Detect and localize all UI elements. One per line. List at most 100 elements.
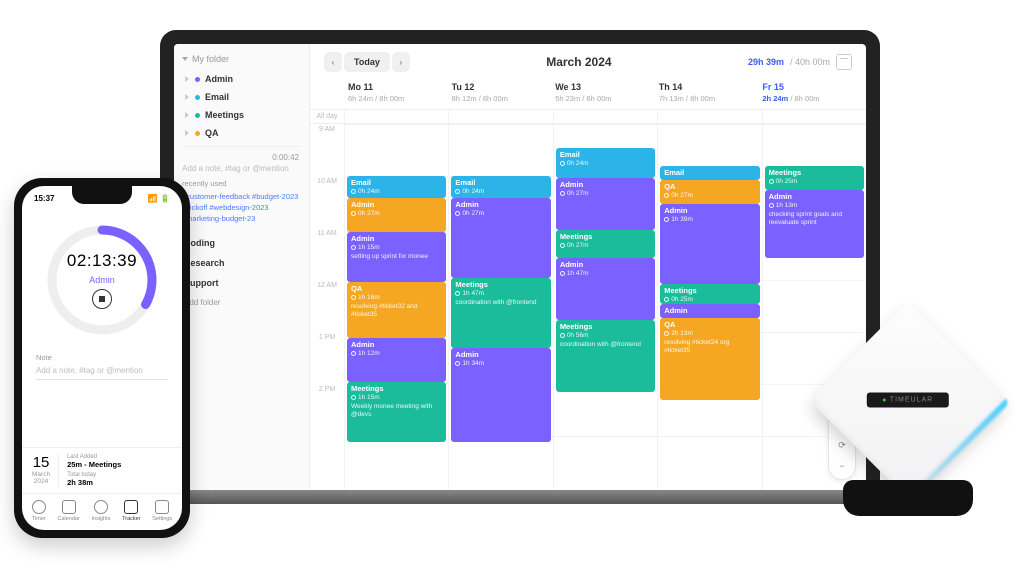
sidebar-item-label: QA	[205, 128, 219, 138]
tracker-device: TIMEULAR	[808, 316, 1008, 516]
day-column[interactable]: Email 0h 24m Admin 0h 27m Admin 1h 15m s…	[344, 124, 448, 490]
event-title: Admin	[351, 235, 442, 244]
clock-icon	[351, 295, 356, 300]
hour-label: 2 PM	[310, 384, 344, 436]
clock-icon	[351, 211, 356, 216]
hour-label: 1 PM	[310, 332, 344, 384]
sidebar-item[interactable]: Meetings	[182, 106, 301, 124]
add-folder-button[interactable]: Add folder	[182, 293, 301, 312]
calendar-event[interactable]: Email	[660, 166, 759, 180]
month-label: March 2024	[546, 55, 611, 69]
clock-icon	[455, 291, 460, 296]
note-section: Note Add a note, #tag or @mention	[22, 345, 182, 447]
event-note: checking sprint goals and reevaluate spr…	[769, 211, 860, 226]
tab-insights[interactable]: Insights	[92, 500, 111, 522]
sidebar-item[interactable]: Email	[182, 88, 301, 106]
calendar-event[interactable]: Admin 1h 12m	[347, 338, 446, 382]
tab-settings[interactable]: Settings	[152, 500, 172, 522]
sidebar-item[interactable]: QA	[182, 124, 301, 142]
note-input[interactable]: Add a note, #tag or @mention	[36, 366, 168, 380]
calendar-event[interactable]: Email 0h 24m	[556, 148, 655, 178]
clock-icon	[455, 361, 460, 366]
day-header[interactable]: Th 14 7h 13m / 8h 00m	[655, 80, 759, 105]
phone-mockup: 15:37 📶 🔋 02:13:39 Admin Note Add a note…	[14, 178, 190, 538]
next-button[interactable]: ›	[392, 52, 410, 72]
calendar-icon[interactable]	[836, 54, 852, 70]
event-note: Weekly monee meeting with @devs	[351, 403, 442, 418]
recent-tag[interactable]: #marketing-budget-23	[182, 214, 301, 223]
calendar-event[interactable]: Meetings 0h 56m coordination with @front…	[556, 320, 655, 392]
calendar-event[interactable]: Admin 0h 27m	[347, 198, 446, 232]
clock-icon	[769, 203, 774, 208]
event-title: Admin	[351, 341, 442, 350]
event-note: setting up sprint for monee	[351, 253, 442, 260]
calendar-event[interactable]: Meetings 0h 25m	[765, 166, 864, 190]
event-note: coordination with @frontend	[560, 341, 651, 348]
note-label: Note	[36, 353, 168, 362]
calendar-event[interactable]: Admin 0h 27m	[556, 178, 655, 230]
calendar-event[interactable]: Email 0h 24m	[451, 176, 550, 198]
event-title: Meetings	[664, 287, 755, 296]
event-duration: 1h 15m	[351, 244, 442, 251]
day-summary: 8h 12m / 8h 00m	[452, 94, 548, 103]
event-duration: 0h 24m	[351, 188, 442, 195]
sidebar-project[interactable]: Support	[182, 273, 301, 293]
chevron-icon	[185, 112, 189, 118]
calendar-event[interactable]: Admin 1h 15m setting up sprint for monee	[347, 232, 446, 282]
folder-header[interactable]: My folder	[182, 54, 301, 64]
footer-stats: Last Added25m - Meetings Total today2h 3…	[67, 454, 121, 487]
clock-icon	[560, 191, 565, 196]
calendar-event[interactable]: Admin 1h 47m	[556, 258, 655, 320]
clock-icon	[560, 333, 565, 338]
event-title: Admin	[455, 351, 546, 360]
tab-timer[interactable]: Timer	[32, 500, 46, 522]
calendar-event[interactable]: Meetings 0h 25m	[660, 284, 759, 304]
calendar-event[interactable]: Meetings 0h 27m	[556, 230, 655, 258]
event-title: Email	[351, 179, 442, 188]
day-column[interactable]: Email QA 0h 27m Admin 1h 39m Meetings 0h…	[657, 124, 761, 490]
prev-button[interactable]: ‹	[324, 52, 342, 72]
calendar-event[interactable]: Email 0h 24m	[347, 176, 446, 198]
sidebar-project[interactable]: Coding	[182, 233, 301, 253]
tracked-total: 29h 39m	[748, 57, 784, 67]
calendar-event[interactable]: QA 2h 13m resolving #ticket24 org #ticke…	[660, 318, 759, 400]
footer-date: 15 March 2024	[32, 454, 59, 487]
tab-tracker[interactable]: Tracker	[122, 500, 140, 522]
calendar-event[interactable]: Admin 1h 34m	[451, 348, 550, 442]
tab-calendar[interactable]: Calendar	[58, 500, 80, 522]
recent-tag[interactable]: #kickoff #webdesign-2023	[182, 203, 301, 212]
today-button[interactable]: Today	[344, 52, 390, 72]
day-header[interactable]: Fr 15 2h 24m / 8h 00m	[758, 80, 862, 105]
calendar-grid: 9 AM10 AM11 AM12 AM1 PM2 PM Email 0h 24m…	[310, 124, 866, 490]
sidebar-note-placeholder[interactable]: Add a note, #tag or @mention	[182, 164, 301, 173]
clock-icon	[351, 395, 356, 400]
event-title: Admin	[769, 193, 860, 202]
hour-label: 12 AM	[310, 280, 344, 332]
calendar-event[interactable]: Meetings 1h 15m Weekly monee meeting wit…	[347, 382, 446, 442]
clock-icon	[560, 271, 565, 276]
day-column[interactable]: Email 0h 24m Admin 0h 27m Meetings 0h 27…	[553, 124, 657, 490]
calendar-event[interactable]: Admin 0h 27m	[451, 198, 550, 278]
day-name: Th 14	[659, 82, 755, 92]
event-duration: 0h 27m	[351, 210, 442, 217]
tab-label: Insights	[92, 516, 111, 522]
calendar-event[interactable]: QA 1h 16m resolving #ticket32 and #ticke…	[347, 282, 446, 338]
sidebar-timer: 0:00:42	[182, 146, 301, 164]
sidebar-project[interactable]: Research	[182, 253, 301, 273]
bottom-tabs: Timer Calendar Insights Tracker Settings	[22, 493, 182, 530]
stop-button[interactable]	[92, 289, 112, 309]
calendar-event[interactable]: Meetings 1h 47m coordination with @front…	[451, 278, 550, 348]
calendar-event[interactable]: Admin 1h 39m	[660, 204, 759, 284]
day-column[interactable]: Email 0h 24m Admin 0h 27m Meetings 1h 47…	[448, 124, 552, 490]
day-header[interactable]: We 13 5h 23m / 8h 00m	[551, 80, 655, 105]
recent-tag[interactable]: #customer-feedback #budget-2023	[182, 192, 301, 201]
target-total: / 40h 00m	[790, 57, 830, 67]
clock-icon	[455, 211, 460, 216]
calendar-event[interactable]: Admin	[660, 304, 759, 318]
day-header[interactable]: Mo 11 6h 24m / 8h 00m	[344, 80, 448, 105]
calendar-topbar: ‹ Today › March 2024 29h 39m / 40h 00m	[310, 44, 866, 80]
sidebar-item[interactable]: Admin	[182, 70, 301, 88]
calendar-event[interactable]: Admin 1h 13m checking sprint goals and r…	[765, 190, 864, 258]
calendar-event[interactable]: QA 0h 27m	[660, 180, 759, 204]
day-header[interactable]: Tu 12 8h 12m / 8h 00m	[448, 80, 552, 105]
